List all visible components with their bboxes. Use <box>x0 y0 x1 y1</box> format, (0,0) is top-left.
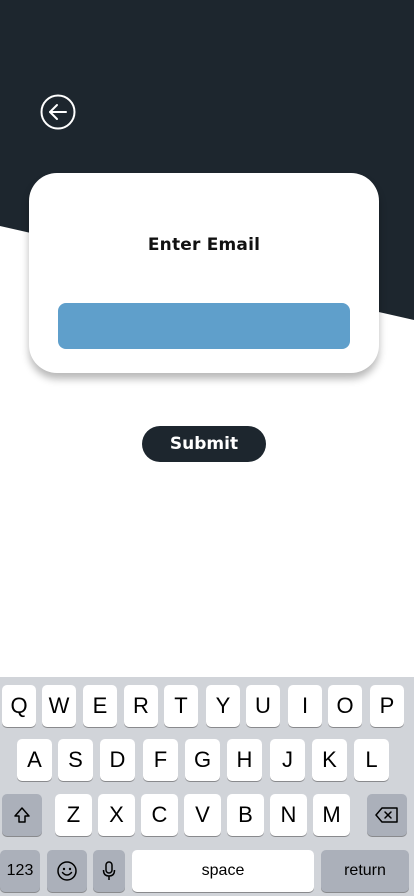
keyboard: Q W E R T Y U I O P A S D F G H J K L Z … <box>0 677 414 896</box>
key-m[interactable]: M <box>313 794 350 836</box>
numbers-key[interactable]: 123 <box>0 850 40 892</box>
key-g[interactable]: G <box>185 739 220 781</box>
backspace-icon <box>375 807 398 823</box>
key-x[interactable]: X <box>98 794 135 836</box>
key-h[interactable]: H <box>227 739 262 781</box>
key-u[interactable]: U <box>246 685 280 727</box>
return-key[interactable]: return <box>321 850 409 892</box>
key-d[interactable]: D <box>100 739 135 781</box>
emoji-icon <box>57 861 77 881</box>
key-l[interactable]: L <box>354 739 389 781</box>
key-a[interactable]: A <box>17 739 52 781</box>
key-o[interactable]: O <box>328 685 362 727</box>
key-w[interactable]: W <box>42 685 76 727</box>
key-j[interactable]: J <box>270 739 305 781</box>
email-card: Enter Email <box>29 173 379 373</box>
microphone-key[interactable] <box>93 850 125 892</box>
key-f[interactable]: F <box>143 739 178 781</box>
key-s[interactable]: S <box>58 739 93 781</box>
microphone-icon <box>102 861 116 880</box>
key-v[interactable]: V <box>184 794 221 836</box>
key-t[interactable]: T <box>164 685 198 727</box>
submit-button[interactable]: Submit <box>142 426 266 462</box>
space-key[interactable]: space <box>132 850 314 892</box>
key-q[interactable]: Q <box>2 685 36 727</box>
emoji-key[interactable] <box>47 850 87 892</box>
key-e[interactable]: E <box>83 685 117 727</box>
back-button[interactable] <box>40 94 76 130</box>
shift-key[interactable] <box>2 794 42 836</box>
key-n[interactable]: N <box>270 794 307 836</box>
key-y[interactable]: Y <box>206 685 240 727</box>
key-i[interactable]: I <box>288 685 322 727</box>
delete-key[interactable] <box>367 794 407 836</box>
key-b[interactable]: B <box>227 794 264 836</box>
email-input[interactable] <box>58 303 350 349</box>
key-c[interactable]: C <box>141 794 178 836</box>
key-k[interactable]: K <box>312 739 347 781</box>
key-r[interactable]: R <box>124 685 158 727</box>
key-p[interactable]: P <box>370 685 404 727</box>
arrow-left-circle-icon <box>40 94 76 130</box>
card-title: Enter Email <box>147 235 261 255</box>
email-entry-screen: Enter Email Submit Q W E R T Y U I O P A… <box>0 0 414 896</box>
shift-icon <box>14 807 30 823</box>
key-z[interactable]: Z <box>55 794 92 836</box>
